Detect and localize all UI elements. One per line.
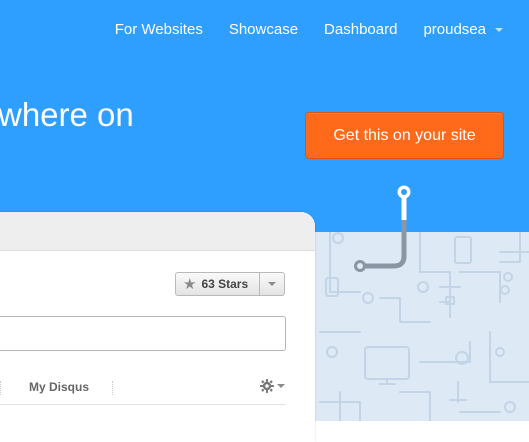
hero-section: For Websites Showcase Dashboard proudsea… [0,0,529,232]
stars-button[interactable]: ★ 63 Stars [175,272,285,296]
username: proudsea [423,20,486,38]
nav-showcase[interactable]: Showcase [229,21,298,38]
tab-my-disqus[interactable]: My Disqus [29,380,89,394]
get-on-your-site-button[interactable]: Get this on your site [305,112,504,159]
comment-input[interactable] [0,316,286,351]
connector-line-graphic [354,185,411,272]
gear-icon [260,379,274,393]
chevron-down-icon [495,28,503,32]
widget-header-bar [0,212,315,251]
caret-down-icon [268,282,276,286]
comments-widget-preview: ★ 63 Stars My Disqus [0,212,315,442]
tab-separator [0,381,1,395]
tab-separator [112,381,113,395]
widget-tabs: My Disqus [0,376,286,405]
stars-dropdown-toggle[interactable] [260,273,284,295]
user-menu[interactable]: proudsea [423,21,503,38]
star-icon: ★ [183,275,197,293]
top-nav: For Websites Showcase Dashboard proudsea [89,0,529,58]
nav-for-websites[interactable]: For Websites [115,21,203,38]
nav-dashboard[interactable]: Dashboard [324,21,397,38]
hero-headline: where on [0,96,134,133]
stars-count-label: 63 Stars [201,277,249,291]
stars-button-main[interactable]: ★ 63 Stars [176,273,260,295]
settings-menu[interactable] [260,379,285,393]
chevron-down-icon [277,384,285,388]
